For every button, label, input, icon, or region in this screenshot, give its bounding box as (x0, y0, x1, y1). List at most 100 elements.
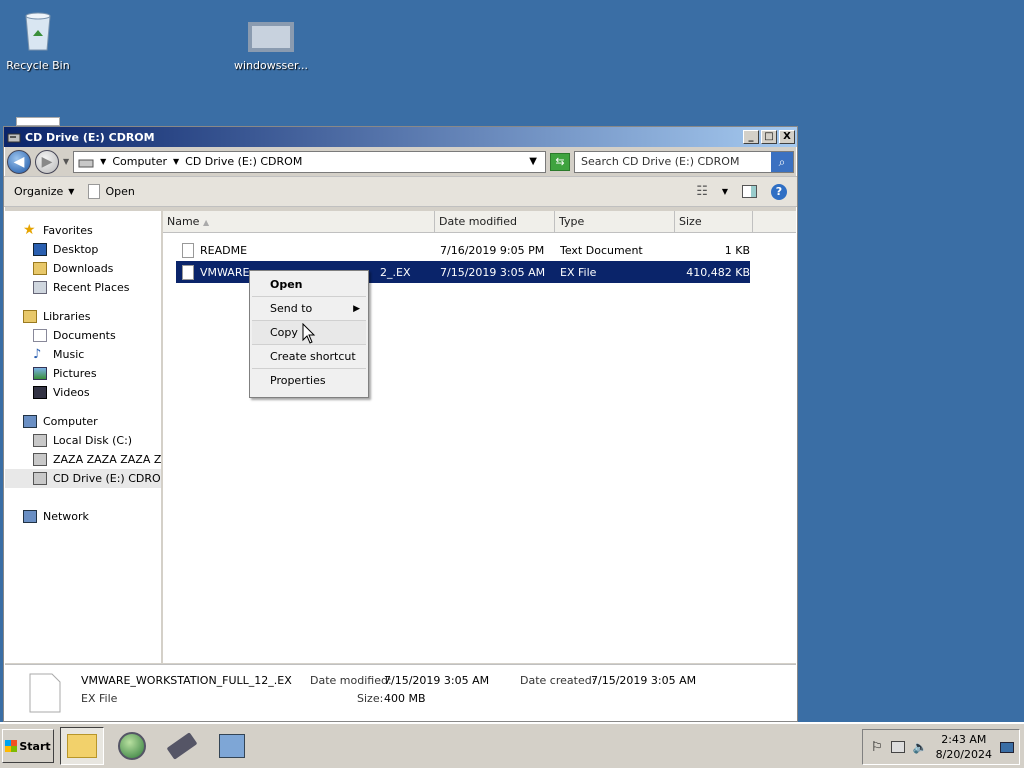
views-chevron-icon[interactable]: ▼ (722, 187, 728, 196)
breadcrumb-computer[interactable]: Computer (112, 155, 167, 168)
organize-button[interactable]: Organize ▼ (14, 185, 74, 198)
address-bar[interactable]: ▼ Computer ▼ CD Drive (E:) CDROM ▼ (73, 150, 546, 173)
preview-pane-icon[interactable] (742, 185, 757, 198)
nav-local-disk-label: Local Disk (C:) (53, 434, 133, 447)
taskbar-internet-explorer-button[interactable] (110, 727, 154, 765)
desktop-file-icon-partial[interactable] (16, 117, 60, 126)
action-center-flag-icon[interactable]: ⚐ (871, 740, 883, 755)
refresh-button[interactable]: ⇆ (550, 152, 570, 171)
search-placeholder: Search CD Drive (E:) CDROM (581, 155, 740, 168)
recent-pages-chevron-icon[interactable]: ▼ (63, 157, 69, 166)
nav-desktop[interactable]: Desktop (5, 240, 161, 259)
file-name: README (200, 243, 248, 257)
column-header-size[interactable]: Size (675, 211, 753, 232)
recycle-bin-desktop-icon[interactable]: Recycle Bin (0, 8, 83, 72)
breadcrumb-cd-drive[interactable]: CD Drive (E:) CDROM (185, 155, 302, 168)
search-icon[interactable]: ⌕ (771, 151, 793, 172)
open-label: Open (105, 185, 135, 198)
nav-recent-places[interactable]: Recent Places (5, 278, 161, 297)
windowsserver-desktop-icon[interactable]: windowsser... (226, 22, 316, 72)
details-size-label: Size: (357, 692, 384, 705)
column-name-label: Name (167, 215, 200, 228)
nav-zaza-drive[interactable]: ZAZA ZAZA ZAZA ZAZ (5, 450, 161, 469)
usb-drive-icon (166, 732, 198, 760)
nav-computer[interactable]: Computer (5, 412, 161, 431)
context-menu-send-to[interactable]: Send to ▶ (252, 297, 366, 321)
taskbar-explorer-button[interactable] (60, 727, 104, 765)
details-file-name: VMWARE_WORKSTATION_FULL_12_.EX (81, 674, 292, 687)
address-dropdown-icon[interactable]: ▼ (529, 156, 537, 167)
views-icon[interactable]: ☷ (696, 184, 708, 199)
start-button[interactable]: Start (2, 729, 54, 763)
nav-favorites[interactable]: ★ Favorites (5, 221, 161, 240)
maximize-button[interactable]: □ (761, 130, 777, 144)
clock[interactable]: 2:43 AM 8/20/2024 (936, 732, 992, 762)
explorer-window: CD Drive (E:) CDROM _ □ X ◀ ▶ ▼ ▼ Comput… (3, 126, 798, 722)
close-button[interactable]: X (779, 130, 795, 144)
open-button[interactable]: Open (88, 184, 135, 199)
search-box[interactable]: Search CD Drive (E:) CDROM ⌕ (574, 150, 794, 173)
star-icon: ★ (23, 222, 36, 238)
nav-music[interactable]: ♪ Music (5, 345, 161, 364)
organize-chevron-icon: ▼ (68, 187, 75, 196)
back-button[interactable]: ◀ (7, 149, 31, 174)
taskbar: Start ⚐ 🔈 2:43 AM 8/20/2024 (0, 722, 1024, 768)
music-icon: ♪ (33, 347, 42, 362)
file-modified: 7/16/2019 9:05 PM (440, 243, 545, 257)
help-icon[interactable]: ? (771, 183, 787, 200)
recycle-bin-label: Recycle Bin (6, 59, 70, 72)
details-modified-value: 7/15/2019 3:05 AM (384, 674, 490, 687)
globe-icon (118, 732, 146, 760)
nav-pictures-label: Pictures (53, 367, 97, 380)
nav-cd-drive[interactable]: CD Drive (E:) CDROM (5, 469, 161, 488)
windowsserver-label: windowsser... (234, 59, 308, 72)
volume-icon[interactable]: 🔈 (913, 740, 928, 754)
ex-file-icon (182, 264, 194, 280)
breadcrumb-chevron-icon[interactable]: ▼ (173, 157, 179, 166)
nav-cd-drive-label: CD Drive (E:) CDROM (53, 472, 161, 485)
details-created-label: Date created: (520, 674, 596, 687)
window-title: CD Drive (E:) CDROM (25, 130, 155, 144)
mouse-cursor-icon (302, 323, 316, 344)
nav-network[interactable]: Network (5, 507, 161, 526)
address-row: ◀ ▶ ▼ ▼ Computer ▼ CD Drive (E:) CDROM ▼… (4, 147, 797, 177)
drive-icon (78, 159, 94, 167)
file-row[interactable]: README 7/16/2019 9:05 PM Text Document 1… (176, 239, 750, 261)
nav-recent-places-label: Recent Places (53, 281, 130, 294)
send-to-label: Send to (270, 302, 313, 315)
nav-pictures[interactable]: Pictures (5, 364, 161, 383)
nav-videos[interactable]: Videos (5, 383, 161, 402)
nav-libraries[interactable]: Libraries (5, 307, 161, 326)
column-header-name[interactable]: Name ▲ (163, 211, 435, 232)
sort-indicator-icon: ▲ (202, 218, 210, 227)
text-file-icon (182, 242, 194, 258)
window-titlebar[interactable]: CD Drive (E:) CDROM _ □ X (4, 127, 797, 147)
show-desktop-icon[interactable] (1000, 741, 1015, 753)
network-tray-icon[interactable] (890, 741, 905, 753)
breadcrumb-chevron-icon[interactable]: ▼ (100, 157, 106, 166)
file-large-icon (29, 673, 61, 713)
taskbar-server-manager-button[interactable] (210, 727, 254, 765)
clock-date: 8/20/2024 (935, 748, 993, 761)
desktop-icon (33, 243, 47, 256)
nav-documents[interactable]: Documents (5, 326, 161, 345)
file-thumbnail-icon (248, 22, 294, 52)
context-menu-open[interactable]: Open (252, 273, 366, 297)
details-pane: VMWARE_WORKSTATION_FULL_12_.EX EX File D… (5, 664, 796, 720)
nav-libraries-label: Libraries (43, 310, 91, 323)
nav-downloads[interactable]: Downloads (5, 259, 161, 278)
libraries-icon (23, 310, 37, 323)
folder-icon (67, 734, 97, 758)
recycle-bin-icon (25, 12, 51, 51)
details-size-value: 400 MB (384, 692, 426, 705)
details-created-value: 7/15/2019 3:05 AM (591, 674, 697, 687)
context-menu-create-shortcut[interactable]: Create shortcut (252, 345, 366, 369)
minimize-button[interactable]: _ (743, 130, 759, 144)
column-header-type[interactable]: Type (555, 211, 675, 232)
nav-local-disk-c[interactable]: Local Disk (C:) (5, 431, 161, 450)
taskbar-usb-button[interactable] (160, 727, 204, 765)
nav-music-label: Music (53, 348, 85, 361)
column-header-date-modified[interactable]: Date modified (435, 211, 555, 232)
forward-button[interactable]: ▶ (35, 149, 59, 174)
context-menu-properties[interactable]: Properties (252, 369, 366, 393)
